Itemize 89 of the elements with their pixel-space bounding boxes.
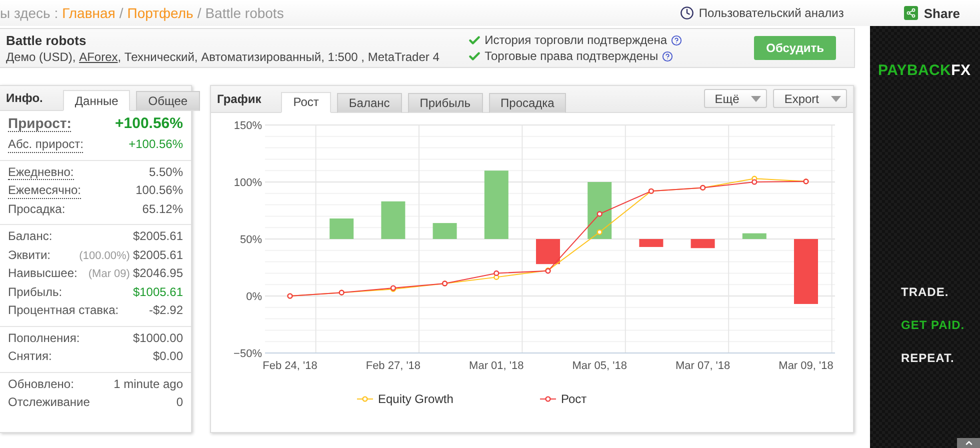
axis-label: 100% — [234, 176, 262, 189]
stat-value: 65.12% — [142, 202, 183, 216]
breadcrumb-item: Battle robots — [205, 5, 284, 21]
stat-value: 5.50% — [148, 164, 183, 178]
account-title: Battle robots — [6, 32, 88, 48]
bar — [432, 222, 457, 239]
stat-label: Прибыль: — [8, 286, 62, 300]
stat-label: Баланс: — [8, 230, 52, 244]
stat-label: Обновлено: — [8, 378, 74, 392]
axis-label: 0% — [246, 290, 262, 303]
share-icon — [904, 6, 918, 20]
stat-label: Ежемесячно: — [8, 184, 82, 199]
ad-tagline: GET PAID. — [901, 318, 965, 332]
stat-value: $2046.95 — [132, 266, 183, 280]
stat-value: +100.56% — [128, 137, 183, 151]
scroll-top-button[interactable] — [957, 438, 980, 448]
bar — [536, 238, 560, 264]
bar — [484, 170, 508, 239]
ad-tagline: REPEAT. — [901, 351, 956, 365]
stat-value: 100.56% — [136, 183, 183, 197]
clock-icon — [680, 6, 694, 20]
axis-label: Feb 27, '18 — [366, 360, 421, 372]
account-details: Демо (USD), AForex, Технический, Автоматизированный, 1:500 , MetaTrader 4 — [6, 50, 440, 64]
help-icon[interactable] — [662, 50, 674, 62]
stat-label: Процентная ставка: — [8, 304, 119, 318]
help-icon[interactable] — [671, 34, 682, 46]
tab[interactable]: Рост — [281, 92, 331, 113]
ad-banner[interactable]: PAYBACKFX TRADE. GET PAID. REPEAT. — [870, 26, 980, 448]
stat-label: Эквити: — [8, 248, 50, 262]
legend-icon — [540, 396, 556, 402]
ad-logo: PAYBACKFX — [877, 62, 971, 79]
stat-value: +100.56% — [115, 115, 183, 132]
stat-value: 0 — [176, 395, 183, 409]
breadcrumb-separator: / — [119, 5, 124, 21]
bar — [330, 218, 354, 239]
stat-label: Пополнения: — [8, 332, 80, 346]
stat-value: -$2.92 — [148, 303, 183, 317]
chevron-up-icon — [964, 438, 974, 448]
stat-label: Отслеживание — [8, 396, 90, 410]
stat-label: Снятия: — [8, 350, 52, 364]
stat-note: (100.00%) — [79, 250, 130, 262]
stat-note: (Mar 09) — [88, 268, 130, 280]
menu-button[interactable]: Export — [773, 89, 847, 108]
axis-label: 50% — [240, 234, 262, 246]
axis-label: Mar 07, '18 — [675, 360, 730, 372]
data-point — [596, 229, 602, 235]
bar — [588, 182, 612, 239]
menu-button[interactable]: Ещё — [704, 89, 768, 108]
legend-icon — [356, 396, 374, 402]
caret-icon — [831, 96, 841, 102]
tab[interactable]: Прибыль — [408, 92, 483, 113]
stat-value: $1005.61 — [132, 284, 183, 298]
panel-title: Инфо. — [6, 91, 43, 105]
bar — [794, 238, 818, 304]
tab[interactable]: Баланс — [336, 92, 402, 113]
stat-value: 1 minute ago — [114, 376, 183, 390]
panel-title: График — [217, 92, 262, 106]
caret-icon — [751, 96, 762, 102]
share-link[interactable]: Share — [904, 6, 960, 20]
stat-label: Наивысшее: — [8, 267, 78, 281]
legend-label[interactable]: Equity Growth — [378, 392, 454, 406]
axis-label: Mar 01, '18 — [469, 360, 524, 372]
stat-label: Абс. прирост: — [8, 138, 84, 153]
tab[interactable]: Общее — [136, 91, 200, 111]
axis-label: Mar 05, '18 — [572, 360, 627, 372]
stat-value: $0.00 — [152, 349, 183, 363]
breadcrumb-separator: / — [197, 5, 202, 21]
verification-label: История торговли подтверждена — [484, 33, 668, 47]
axis-label: Mar 09, '18 — [778, 360, 834, 372]
stat-value: $2005.61 — [132, 248, 183, 262]
broker-link[interactable]: AForex — [79, 50, 118, 64]
analysis-link[interactable]: Пользовательский анализ — [680, 6, 844, 20]
axis-label: −50% — [234, 348, 262, 360]
stat-label: Прирост: — [8, 115, 72, 132]
stat-label: Ежедневно: — [8, 166, 74, 180]
ad-tagline: TRADE. — [901, 285, 950, 299]
stat-value: $2005.61 — [132, 229, 183, 243]
axis-label: Feb 24, '18 — [262, 360, 318, 372]
bar — [381, 201, 406, 239]
bar — [742, 233, 766, 239]
tab[interactable]: Данные — [62, 90, 130, 111]
legend-label[interactable]: Рост — [561, 392, 587, 406]
axis-label: 150% — [234, 120, 262, 132]
verification-label: Торговые права подтверждены — [484, 49, 658, 63]
tab[interactable]: Просадка — [488, 92, 566, 113]
breadcrumb-label: ы здесь : — [0, 5, 58, 21]
stat-value: $1000.00 — [132, 330, 183, 344]
data-point — [596, 211, 602, 217]
stat-label: Просадка: — [8, 202, 66, 216]
